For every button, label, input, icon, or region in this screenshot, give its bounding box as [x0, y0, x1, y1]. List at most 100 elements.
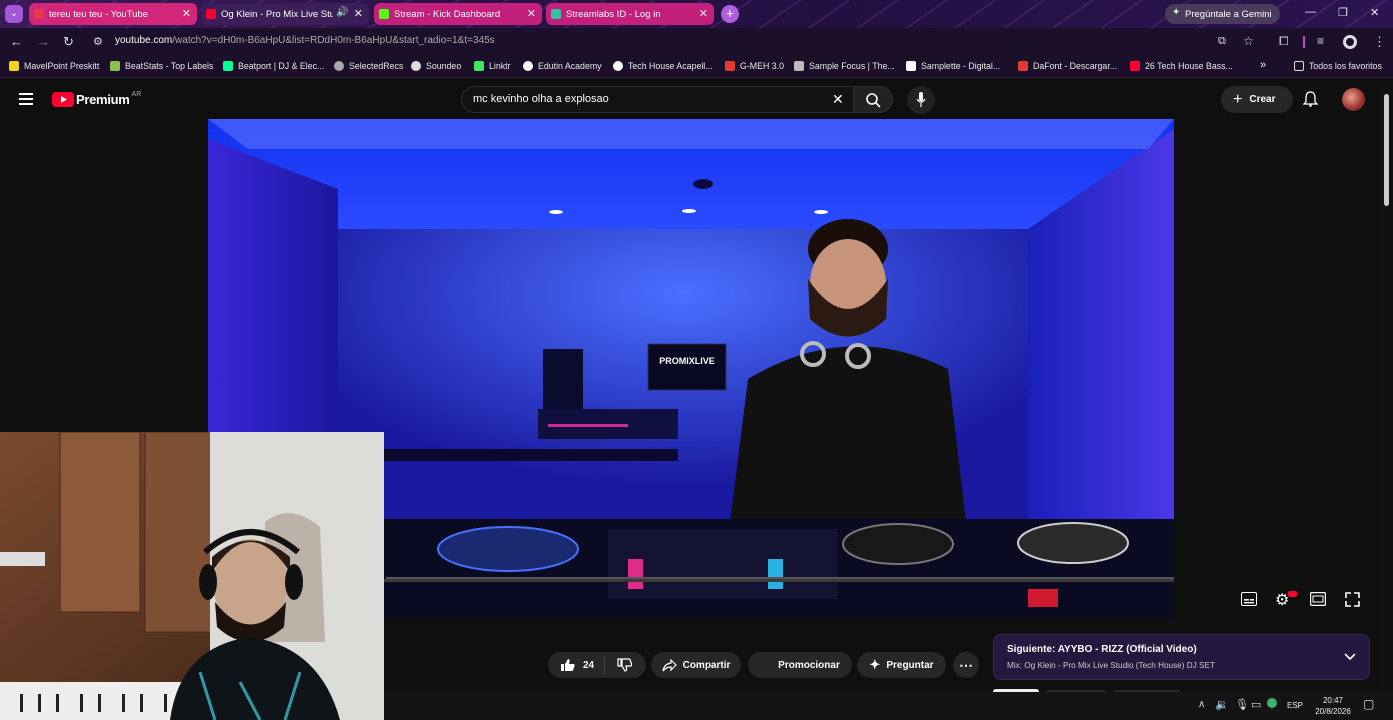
next-up-card[interactable]: Siguiente: AYYBO - RIZZ (Official Video)… [993, 634, 1370, 680]
minimize-icon[interactable]: — [1305, 6, 1316, 18]
more-bookmarks-button[interactable]: » [1260, 59, 1266, 71]
bookmark-label: BeatStats - Top Labels [125, 61, 214, 71]
bookmark-item[interactable]: 26 Tech House Bass... [1130, 61, 1233, 71]
menu-icon[interactable] [19, 93, 33, 105]
url-path: /watch?v=dH0m-B6aHpU&list=RDdH0m-B6aHpU&… [172, 35, 495, 46]
tab-search-button[interactable]: ⌄ [5, 5, 23, 23]
more-icon: ⋯ [959, 656, 973, 673]
language-indicator[interactable]: ESP [1287, 701, 1303, 710]
voice-search-button[interactable] [907, 86, 935, 114]
bookmark-item[interactable]: BeatStats - Top Labels [110, 61, 213, 71]
share-icon [661, 658, 677, 671]
back-icon[interactable]: ← [10, 34, 23, 49]
promote-label: Promocionar [778, 659, 840, 671]
chevron-down-icon[interactable] [1344, 653, 1356, 661]
bookmark-label: Tech House Acapell... [628, 61, 713, 71]
notifications-icon[interactable]: ▢ [1363, 697, 1374, 711]
ask-button[interactable]: ✦ Preguntar [857, 652, 946, 678]
scrollbar-thumb[interactable] [1384, 94, 1389, 206]
tray-chevron-icon[interactable]: ∧ [1198, 699, 1205, 710]
bookmark-label: Sample Focus | The... [809, 61, 895, 71]
tab-kick-dashboard[interactable]: Stream - Kick Dashboard ✕ [374, 3, 542, 25]
bookmark-favicon-icon [411, 61, 421, 71]
folder-icon [1294, 61, 1304, 71]
dislike-icon[interactable] [617, 658, 632, 672]
bookmark-item[interactable]: Tech House Acapell... [613, 61, 713, 71]
bookmark-item[interactable]: Samplette - Digital... [906, 61, 1000, 71]
tab-og-klein[interactable]: Og Klein - Pro Mix Live Stu 🔊 ✕ [201, 3, 369, 25]
bookmark-item[interactable]: DaFont - Descargar... [1018, 61, 1117, 71]
browser-tab-strip: ⌄ tereu teu teu - YouTube ✕ Og Klein - P… [0, 0, 1393, 28]
plus-icon: + [1233, 90, 1243, 108]
create-button[interactable]: + Crear [1221, 86, 1293, 113]
like-button[interactable]: 24 [560, 658, 594, 672]
bookmark-label: Samplette - Digital... [921, 61, 1001, 71]
gemini-button[interactable]: ✦ Pregúntale a Gemini [1165, 4, 1280, 24]
extensions-icon[interactable]: ⧠ [1279, 34, 1289, 49]
bookmark-item[interactable]: Sample Focus | The... [794, 61, 895, 71]
search-box: ✕ [461, 86, 854, 113]
bookmark-star-icon[interactable]: ☆ [1243, 34, 1254, 48]
close-tab-icon[interactable]: ✕ [699, 7, 708, 20]
bookmark-item[interactable]: Beatport | DJ & Elec... [223, 61, 324, 71]
fullscreen-icon[interactable] [1345, 592, 1360, 607]
clear-search-icon[interactable]: ✕ [832, 91, 844, 108]
theater-icon[interactable] [1310, 592, 1326, 606]
all-favorites-folder[interactable]: Todos los favoritos [1294, 61, 1382, 71]
reload-icon[interactable]: ↻ [63, 34, 74, 50]
media-control-icon[interactable]: ≡ [1317, 34, 1324, 48]
bookmark-item[interactable]: G-MEH 3.0 [725, 61, 784, 71]
more-actions-button[interactable]: ⋯ [953, 652, 979, 678]
tab-streamlabs[interactable]: Streamlabs ID - Log in ✕ [546, 3, 714, 25]
youtube-logo[interactable]: Premium AR [52, 91, 141, 107]
clock-time: 20:47 [1322, 696, 1344, 705]
bookmark-item[interactable]: SelectedRecs [334, 61, 403, 71]
close-tab-icon[interactable]: ✕ [527, 7, 536, 20]
bell-icon[interactable] [1303, 91, 1318, 107]
bookmark-item[interactable]: Edutin Academy [523, 61, 602, 71]
tab-label: Streamlabs ID - Log in [566, 8, 661, 20]
bookmark-item[interactable]: Linktr [474, 61, 511, 71]
youtube-favicon-icon [34, 9, 44, 19]
avatar[interactable] [1342, 88, 1365, 111]
close-window-icon[interactable]: ✕ [1370, 6, 1379, 19]
webcam-feed [0, 432, 384, 720]
mic-tray-icon[interactable]: 🎙 [1235, 698, 1249, 711]
bookmark-label: 26 Tech House Bass... [1145, 61, 1233, 71]
bookmark-label: DaFont - Descargar... [1033, 61, 1118, 71]
share-button[interactable]: Compartir [651, 652, 741, 678]
bookmark-favicon-icon [110, 61, 120, 71]
tab-youtube-tereu[interactable]: tereu teu teu - YouTube ✕ [29, 3, 197, 25]
promote-button[interactable]: Promocionar [748, 652, 852, 678]
progress-bar[interactable] [386, 577, 1174, 579]
bookmark-favicon-icon [794, 61, 804, 71]
subtitles-icon[interactable] [1241, 592, 1257, 606]
forward-icon[interactable]: → [37, 34, 50, 49]
security-tray-icon[interactable] [1267, 698, 1277, 708]
bookmark-item[interactable]: MavelPoint Preskitt [9, 61, 99, 71]
taskbar-clock[interactable]: 20:47 20/8/2026 [1313, 695, 1353, 717]
bookmark-label: G-MEH 3.0 [740, 61, 784, 71]
youtube-header: Premium AR ✕ [0, 79, 1393, 119]
install-app-icon[interactable]: ⧉ [1218, 35, 1226, 48]
site-info-icon[interactable]: ⚙ [93, 35, 103, 48]
youtube-favicon-icon [206, 9, 216, 19]
volume-icon[interactable]: 🔉 [1215, 698, 1229, 711]
restore-icon[interactable]: ❐ [1338, 6, 1348, 19]
speaker-icon[interactable]: 🔊 [336, 7, 348, 18]
bookmark-label: Edutin Academy [538, 61, 602, 71]
bookmark-favicon-icon [725, 61, 735, 71]
gemini-icon: ✦ [1172, 7, 1181, 18]
create-label: Crear [1249, 94, 1276, 105]
browser-menu-icon[interactable]: ⋮ [1373, 34, 1386, 50]
bookmark-favicon-icon [1130, 61, 1140, 71]
new-tab-button[interactable]: + [721, 5, 739, 23]
profile-icon[interactable] [1343, 35, 1357, 49]
network-icon[interactable]: ▭ [1251, 698, 1261, 711]
close-tab-icon[interactable]: ✕ [354, 7, 363, 20]
address-bar[interactable]: youtube.com/watch?v=dH0m-B6aHpU&list=RDd… [115, 35, 495, 46]
search-button[interactable] [853, 86, 893, 113]
close-tab-icon[interactable]: ✕ [182, 7, 191, 20]
bookmark-item[interactable]: Soundeo [411, 61, 461, 71]
search-input[interactable] [473, 93, 803, 105]
